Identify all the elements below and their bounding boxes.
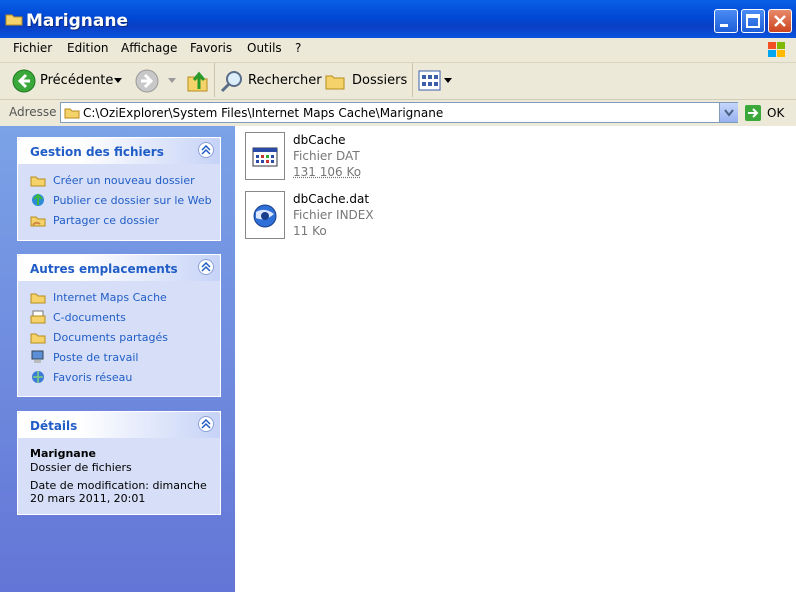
chevron-up-icon bbox=[201, 419, 211, 429]
minimize-icon bbox=[720, 24, 728, 27]
menu-outils[interactable]: Outils bbox=[247, 41, 282, 55]
toolbar-separator bbox=[214, 63, 215, 97]
details-panel: Détails Marignane Dossier de fichiers Da… bbox=[17, 411, 221, 515]
views-button[interactable] bbox=[418, 68, 454, 94]
menu-fichier[interactable]: Fichier bbox=[13, 41, 52, 55]
details-header[interactable]: Détails bbox=[18, 412, 220, 438]
file-type: Fichier INDEX bbox=[293, 208, 374, 222]
window-title: Marignane bbox=[26, 11, 128, 31]
menu-affichage[interactable]: Affichage bbox=[121, 41, 177, 55]
other-places-header[interactable]: Autres emplacements bbox=[18, 255, 220, 281]
dat-file-icon bbox=[245, 132, 285, 180]
address-bar: Adresse C:\OziExplorer\System Files\Inte… bbox=[0, 100, 796, 127]
file-name: dbCache bbox=[293, 133, 346, 147]
network-icon bbox=[32, 371, 44, 383]
folder-icon bbox=[30, 293, 46, 304]
address-path: C:\OziExplorer\System Files\Internet Map… bbox=[83, 106, 444, 120]
windows-logo-icon bbox=[768, 42, 785, 57]
menu-favoris[interactable]: Favoris bbox=[190, 41, 232, 55]
folder-up-icon[interactable] bbox=[186, 69, 210, 93]
go-button[interactable]: OK bbox=[744, 103, 792, 123]
panel-title: Détails bbox=[30, 419, 78, 433]
new-folder-icon bbox=[30, 176, 46, 187]
menu-edition[interactable]: Edition bbox=[67, 41, 109, 55]
title-bar[interactable]: Marignane bbox=[0, 0, 796, 38]
toolbar-separator bbox=[412, 63, 413, 97]
toolbar: Précédente Rechercher Dossiers bbox=[0, 63, 796, 100]
chevron-down-icon bbox=[724, 109, 734, 117]
go-label: OK bbox=[767, 106, 785, 120]
file-tasks-panel: Gestion des fichiers Créer un nouveau do… bbox=[17, 137, 221, 241]
minimize-button[interactable] bbox=[714, 9, 738, 33]
collapse-button[interactable] bbox=[198, 142, 214, 158]
folder-icon bbox=[30, 333, 46, 344]
chevron-up-icon bbox=[201, 262, 211, 272]
details-modified: Date de modification: dimanche 20 mars 2… bbox=[30, 479, 207, 505]
address-input[interactable]: C:\OziExplorer\System Files\Internet Map… bbox=[60, 102, 738, 123]
index-file-icon bbox=[245, 191, 285, 239]
folder-icon bbox=[64, 108, 80, 119]
address-label: Adresse bbox=[9, 105, 57, 119]
go-arrow-icon bbox=[745, 105, 761, 121]
file-item[interactable]: dbCache.dat Fichier INDEX 11 Ko bbox=[243, 190, 383, 242]
search-button[interactable]: Rechercher bbox=[220, 68, 322, 94]
folders-icon bbox=[325, 75, 345, 90]
folders-label: Dossiers bbox=[352, 73, 408, 88]
forward-button[interactable] bbox=[135, 68, 179, 94]
forward-arrow-icon bbox=[135, 69, 159, 93]
back-arrow-icon bbox=[12, 69, 36, 93]
publish-web-icon bbox=[32, 193, 44, 206]
file-list: dbCache Fichier DAT 131 106 Ko dbCache.d… bbox=[235, 126, 796, 592]
share-folder-icon bbox=[30, 216, 46, 227]
file-item[interactable]: dbCache Fichier DAT 131 106 Ko bbox=[243, 131, 383, 183]
close-button[interactable] bbox=[768, 9, 792, 33]
chevron-down-icon[interactable] bbox=[114, 78, 122, 84]
close-icon bbox=[774, 15, 786, 27]
file-size: 11 Ko bbox=[293, 224, 327, 238]
file-name: dbCache.dat bbox=[293, 192, 370, 206]
back-button[interactable]: Précédente bbox=[10, 68, 126, 94]
folders-button[interactable]: Dossiers bbox=[325, 68, 407, 94]
computer-icon bbox=[31, 350, 44, 363]
collapse-button[interactable] bbox=[198, 259, 214, 275]
address-dropdown-button[interactable] bbox=[719, 103, 738, 122]
views-icon bbox=[418, 70, 452, 91]
panel-title: Autres emplacements bbox=[30, 262, 178, 276]
menu-bar: Fichier Edition Affichage Favoris Outils… bbox=[0, 38, 796, 63]
file-size: 131 106 Ko bbox=[293, 165, 362, 179]
documents-icon bbox=[30, 310, 46, 324]
folder-icon bbox=[5, 14, 23, 26]
chevron-up-icon bbox=[201, 145, 211, 155]
details-type: Dossier de fichiers bbox=[30, 461, 132, 474]
other-places-panel: Autres emplacements Internet Maps Cache … bbox=[17, 254, 221, 397]
file-type: Fichier DAT bbox=[293, 149, 360, 163]
search-icon bbox=[220, 71, 242, 93]
task-pane: Gestion des fichiers Créer un nouveau do… bbox=[0, 126, 235, 592]
file-tasks-header[interactable]: Gestion des fichiers bbox=[18, 138, 220, 164]
search-label: Rechercher bbox=[248, 73, 322, 88]
panel-title: Gestion des fichiers bbox=[30, 145, 164, 159]
chevron-down-icon[interactable] bbox=[168, 78, 176, 84]
maximize-icon bbox=[746, 14, 760, 28]
back-label: Précédente bbox=[40, 73, 114, 88]
menu-help[interactable]: ? bbox=[295, 41, 301, 55]
collapse-button[interactable] bbox=[198, 416, 214, 432]
maximize-button[interactable] bbox=[741, 9, 765, 33]
details-name: Marignane bbox=[30, 447, 96, 460]
